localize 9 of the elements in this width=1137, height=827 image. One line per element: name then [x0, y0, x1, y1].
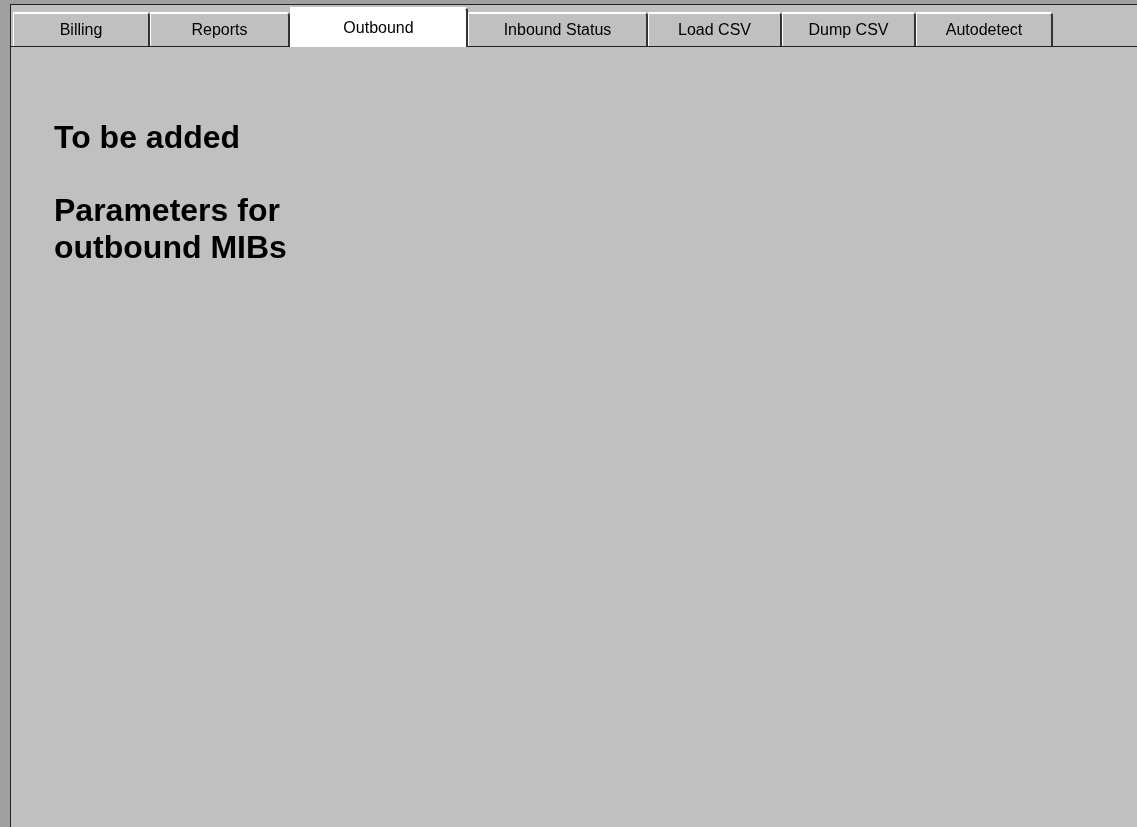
- heading: Parameters for outbound MIBs: [54, 192, 288, 266]
- tab[interactable]: Inbound Status: [468, 12, 648, 46]
- tab[interactable]: Reports: [150, 12, 290, 46]
- heading: To be added: [54, 119, 242, 156]
- tab[interactable]: Outbound: [290, 7, 468, 47]
- tab[interactable]: Dump CSV: [782, 12, 916, 46]
- tab[interactable]: Billing: [13, 12, 150, 46]
- tab[interactable]: Load CSV: [648, 12, 782, 46]
- tab[interactable]: Autodetect: [916, 12, 1053, 46]
